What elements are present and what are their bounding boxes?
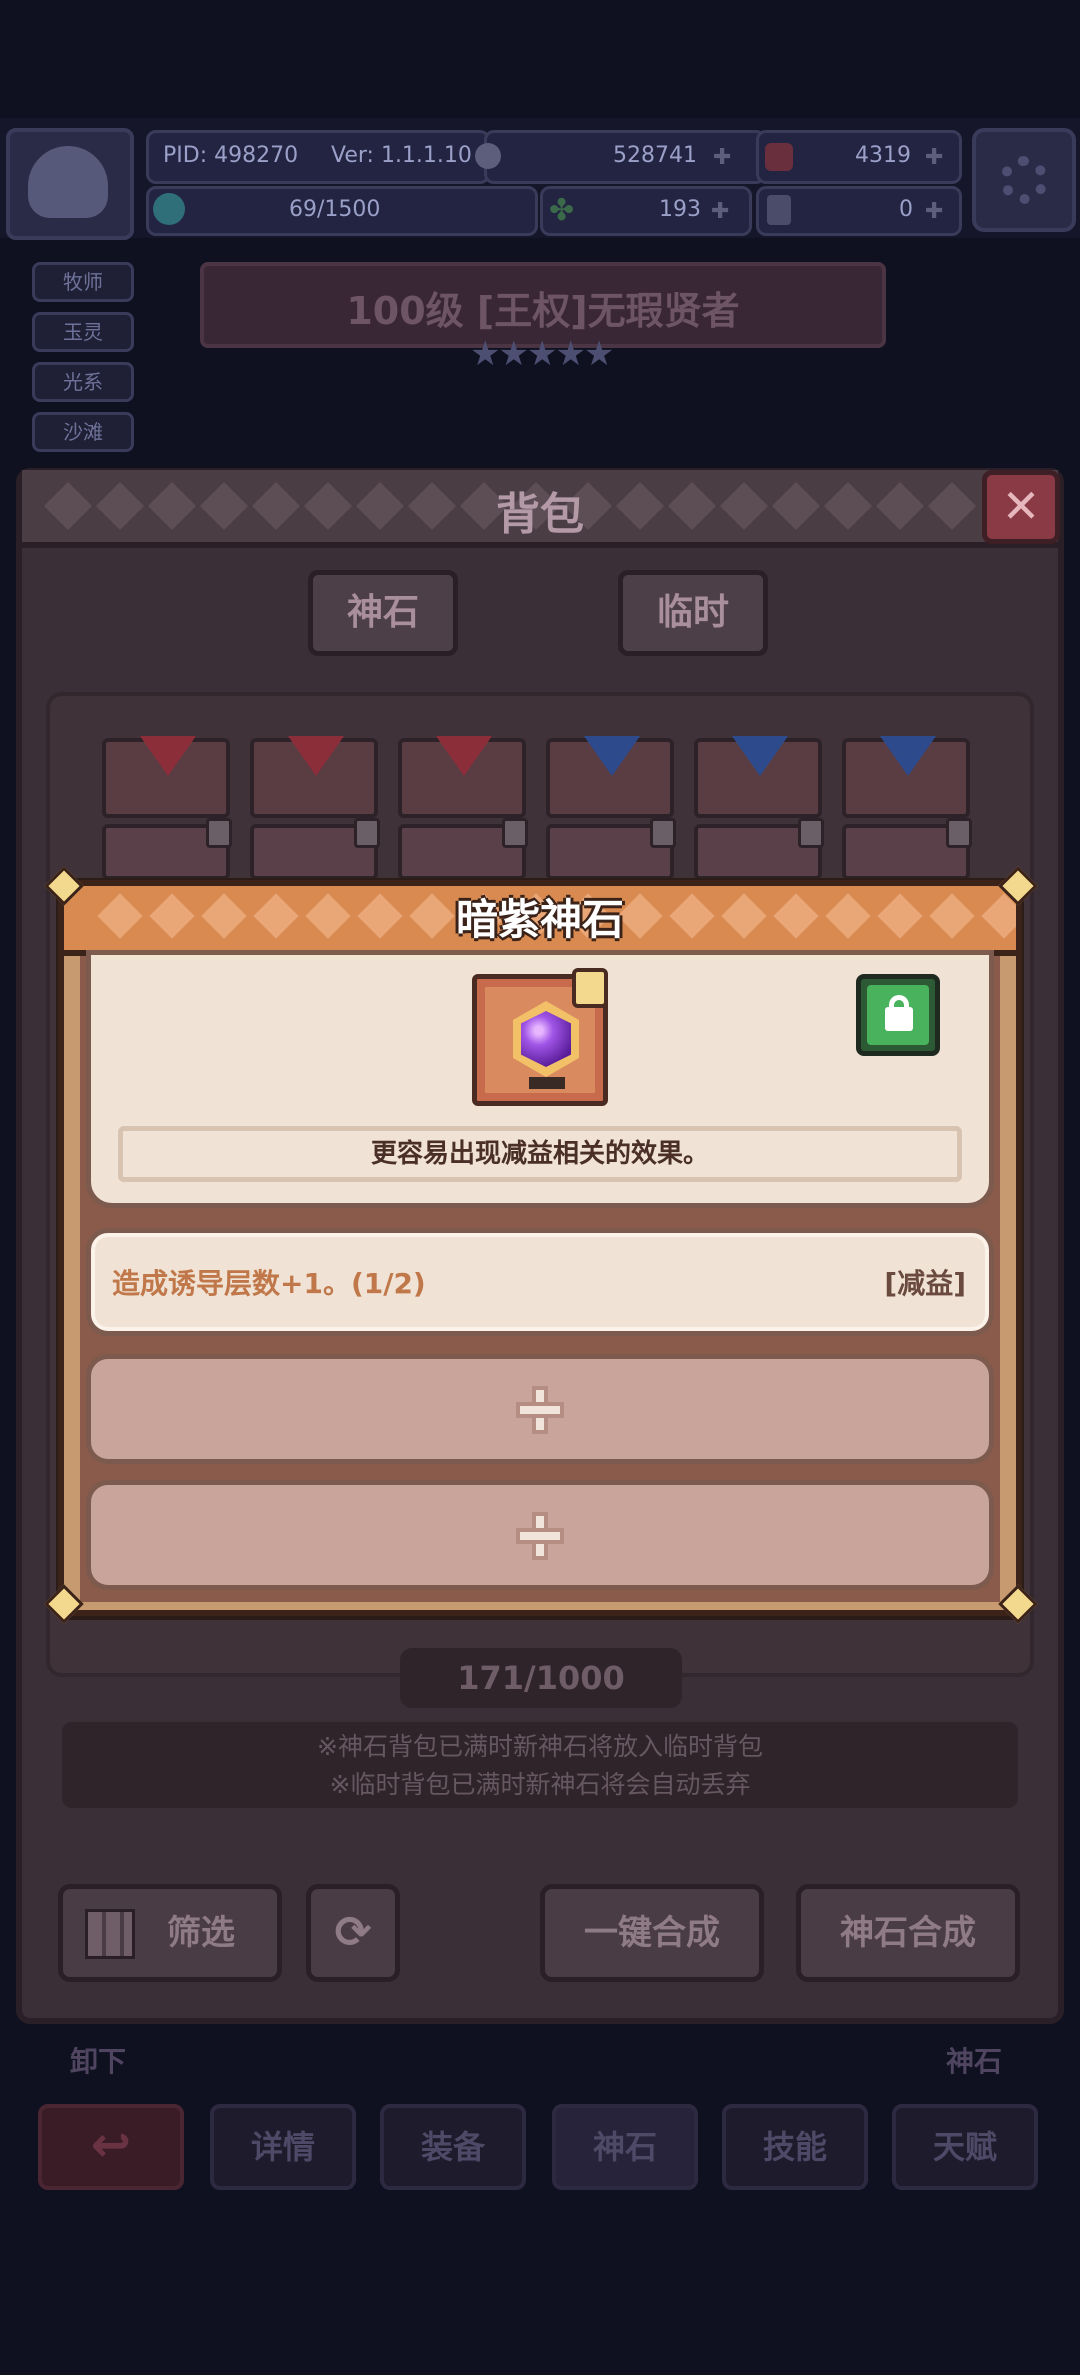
lock-icon: [206, 818, 232, 848]
clover-icon: ✤: [549, 193, 575, 228]
lock-icon: [798, 818, 824, 848]
player-avatar[interactable]: [6, 128, 134, 240]
nav-skills[interactable]: 技能: [722, 2104, 868, 2190]
refresh-button[interactable]: ⟳: [306, 1884, 400, 1982]
stone-slot[interactable]: [250, 736, 378, 818]
add-clover-icon[interactable]: ✚: [711, 199, 729, 224]
gold-value: 528741: [613, 143, 697, 168]
energy-value: 69/1500: [289, 197, 381, 222]
refresh-icon: ⟳: [334, 1907, 372, 1958]
stone-slot[interactable]: [694, 736, 822, 818]
blue-stone-icon: [732, 736, 788, 776]
gems-value: 4319: [855, 143, 911, 168]
popup-title: 暗紫神石: [455, 895, 624, 944]
spirit-tag: 玉灵: [32, 312, 134, 352]
lock-toggle-button[interactable]: [856, 974, 940, 1056]
version-box: Ver: 1.1.1.10 528741 ✚: [331, 130, 766, 184]
red-stone-icon: [436, 736, 492, 776]
hero-title: 100级 [王权]无瑕贤者: [346, 289, 740, 333]
lock-icon: [946, 818, 972, 848]
unequip-label: 卸下: [70, 2045, 127, 2078]
stone-label: 神石: [946, 2045, 1003, 2078]
keys-box: 0 ✚: [756, 186, 962, 236]
nav-details[interactable]: 详情: [210, 2104, 356, 2190]
settings-button[interactable]: [972, 128, 1076, 232]
grid-icon: [85, 1909, 135, 1959]
gear-icon: [1000, 156, 1048, 204]
ruby-icon: [765, 143, 793, 171]
tab-temporary[interactable]: 临时: [618, 570, 768, 656]
scene-tag: 沙滩: [32, 412, 134, 452]
stone-slot[interactable]: [102, 736, 230, 818]
lock-icon: [354, 818, 380, 848]
element-tag: 光系: [32, 362, 134, 402]
close-button[interactable]: ✕: [982, 470, 1060, 544]
stone-merge-button[interactable]: 神石合成: [796, 1884, 1020, 1982]
effect-tag: [减益]: [884, 1267, 966, 1300]
class-tag: 牧师: [32, 262, 134, 302]
gems-box: 4319 ✚: [756, 130, 962, 184]
bag-title: 背包: [496, 489, 584, 540]
lock-icon: [650, 818, 676, 848]
add-icon: [516, 1386, 564, 1434]
effect-text: 造成诱导层数+1。(1/2): [112, 1267, 426, 1300]
stone-description: 更容易出现减益相关的效果。: [118, 1126, 962, 1182]
stone-slot[interactable]: [546, 736, 674, 818]
lock-icon: [867, 985, 929, 1045]
version-text: Ver: 1.1.1.10: [331, 143, 472, 168]
keys-value: 0: [899, 197, 913, 222]
bag-capacity: 171/1000: [400, 1648, 682, 1708]
clover-box: ✤ 193 ✚: [540, 186, 752, 236]
clover-value: 193: [659, 197, 701, 222]
gem-base: [529, 1077, 565, 1089]
auto-merge-button[interactable]: 一键合成: [540, 1884, 764, 1982]
add-gems-icon[interactable]: ✚: [925, 145, 943, 170]
blue-stone-icon: [880, 736, 936, 776]
back-arrow-icon: ↩: [90, 2117, 132, 2173]
add-icon: [516, 1512, 564, 1560]
coin-icon: [475, 143, 501, 169]
energy-icon: [153, 193, 185, 225]
blue-stone-icon: [584, 736, 640, 776]
back-button[interactable]: ↩: [38, 2104, 184, 2190]
lock-icon: [502, 818, 528, 848]
energy-bar: 69/1500: [146, 186, 538, 236]
avatar-face: [28, 146, 108, 218]
stone-slot[interactable]: [398, 736, 526, 818]
stone-slot[interactable]: [842, 736, 970, 818]
filter-button[interactable]: 筛选: [58, 1884, 282, 1982]
close-icon: ✕: [1001, 479, 1041, 533]
nav-talents[interactable]: 天赋: [892, 2104, 1038, 2190]
add-keys-icon[interactable]: ✚: [925, 199, 943, 224]
nav-equipment[interactable]: 装备: [380, 2104, 526, 2190]
pid-text: PID: 498270: [163, 143, 299, 168]
red-stone-icon: [288, 736, 344, 776]
bag-notice: ※神石背包已满时新神石将放入临时背包 ※临时背包已满时新神石将会自动丢弃: [62, 1722, 1018, 1808]
notice-line: ※神石背包已满时新神石将放入临时背包: [317, 1732, 763, 1761]
red-stone-icon: [140, 736, 196, 776]
stone-lock-badge-icon: [572, 968, 608, 1008]
add-gold-icon[interactable]: ✚: [713, 145, 731, 170]
key-icon: [767, 195, 791, 225]
tab-stones[interactable]: 神石: [308, 570, 458, 656]
notice-line: ※临时背包已满时新神石将会自动丢弃: [329, 1770, 751, 1799]
filter-label: 筛选: [167, 1913, 235, 1953]
hero-stars: ★★★★★: [470, 334, 614, 374]
nav-stones[interactable]: 神石: [552, 2104, 698, 2190]
